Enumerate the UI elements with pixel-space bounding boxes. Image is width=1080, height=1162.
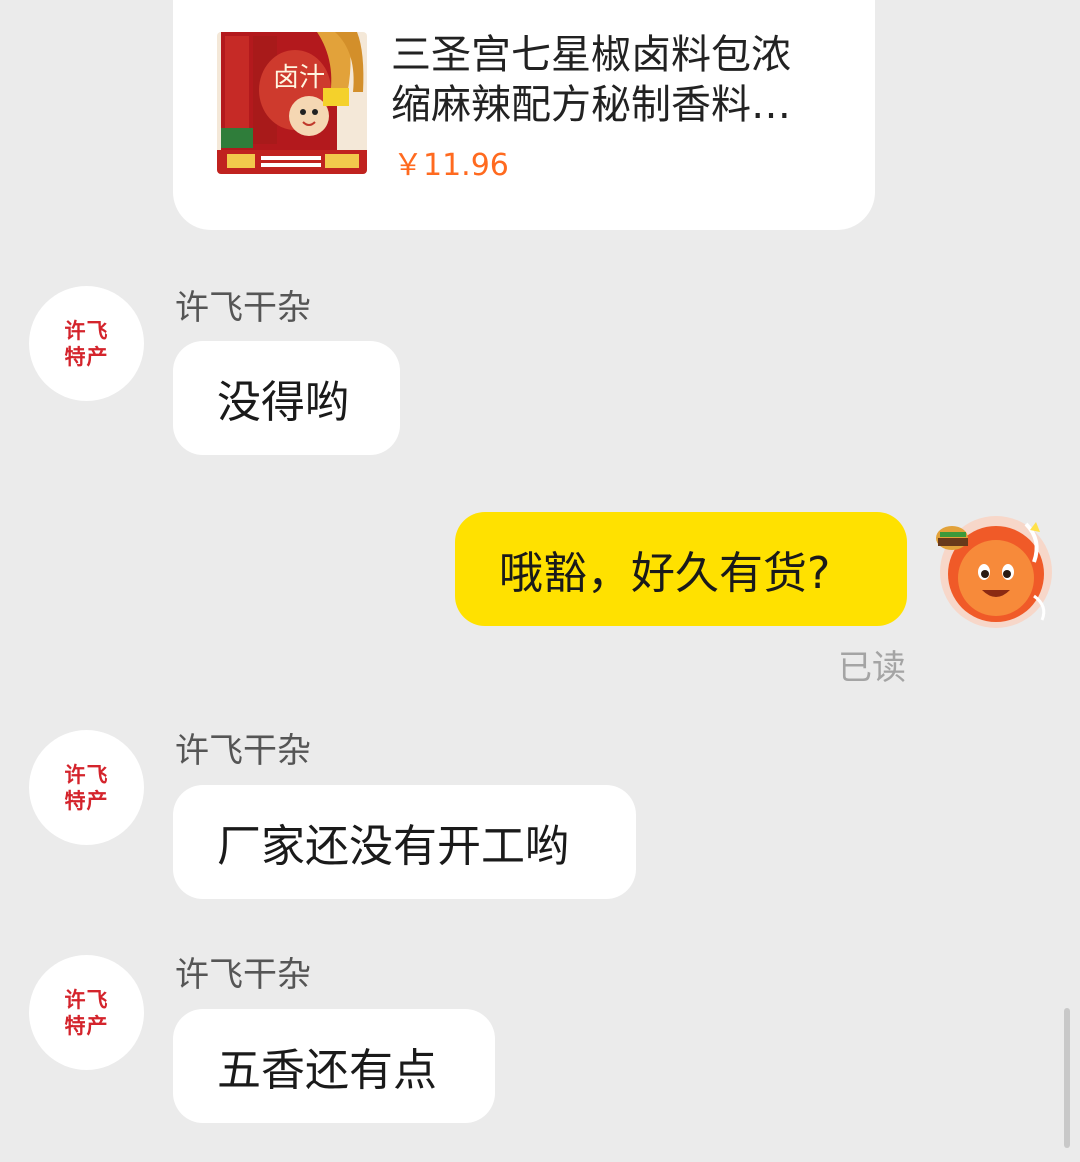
my-avatar[interactable] (930, 510, 1060, 630)
message-bubble[interactable]: 没得哟 (173, 341, 400, 455)
message-bubble[interactable]: 五香还有点 (173, 1009, 495, 1123)
scrollbar[interactable] (1064, 1008, 1070, 1148)
message-bubble[interactable]: 厂家还没有开工哟 (173, 785, 636, 899)
product-thumbnail-graphic: 卤汁 (217, 32, 367, 174)
sender-name: 许飞干杂 (175, 288, 311, 328)
product-image[interactable]: 卤汁 (217, 32, 367, 174)
avatar-label: 许飞特产 (64, 317, 109, 369)
cartoon-avatar-icon (936, 516, 1052, 628)
svg-text:卤汁: 卤汁 (273, 63, 325, 93)
outgoing-message-bubble[interactable]: 哦豁，好久有货? (455, 512, 907, 626)
product-card[interactable]: 卤汁 三圣宫七星椒卤料包浓缩麻辣配方秘制香料… ￥11.96 (173, 0, 875, 230)
read-status: 已读 (838, 648, 906, 688)
sender-name: 许飞干杂 (175, 955, 311, 995)
avatar[interactable]: 许飞特产 (29, 286, 144, 401)
sender-name: 许飞干杂 (175, 731, 311, 771)
avatar[interactable]: 许飞特产 (29, 730, 144, 845)
product-price: ￥11.96 (393, 148, 509, 183)
product-title[interactable]: 三圣宫七星椒卤料包浓缩麻辣配方秘制香料… (391, 30, 811, 130)
avatar[interactable]: 许飞特产 (29, 955, 144, 1070)
avatar-label: 许飞特产 (64, 986, 109, 1038)
avatar-label: 许飞特产 (64, 761, 109, 813)
